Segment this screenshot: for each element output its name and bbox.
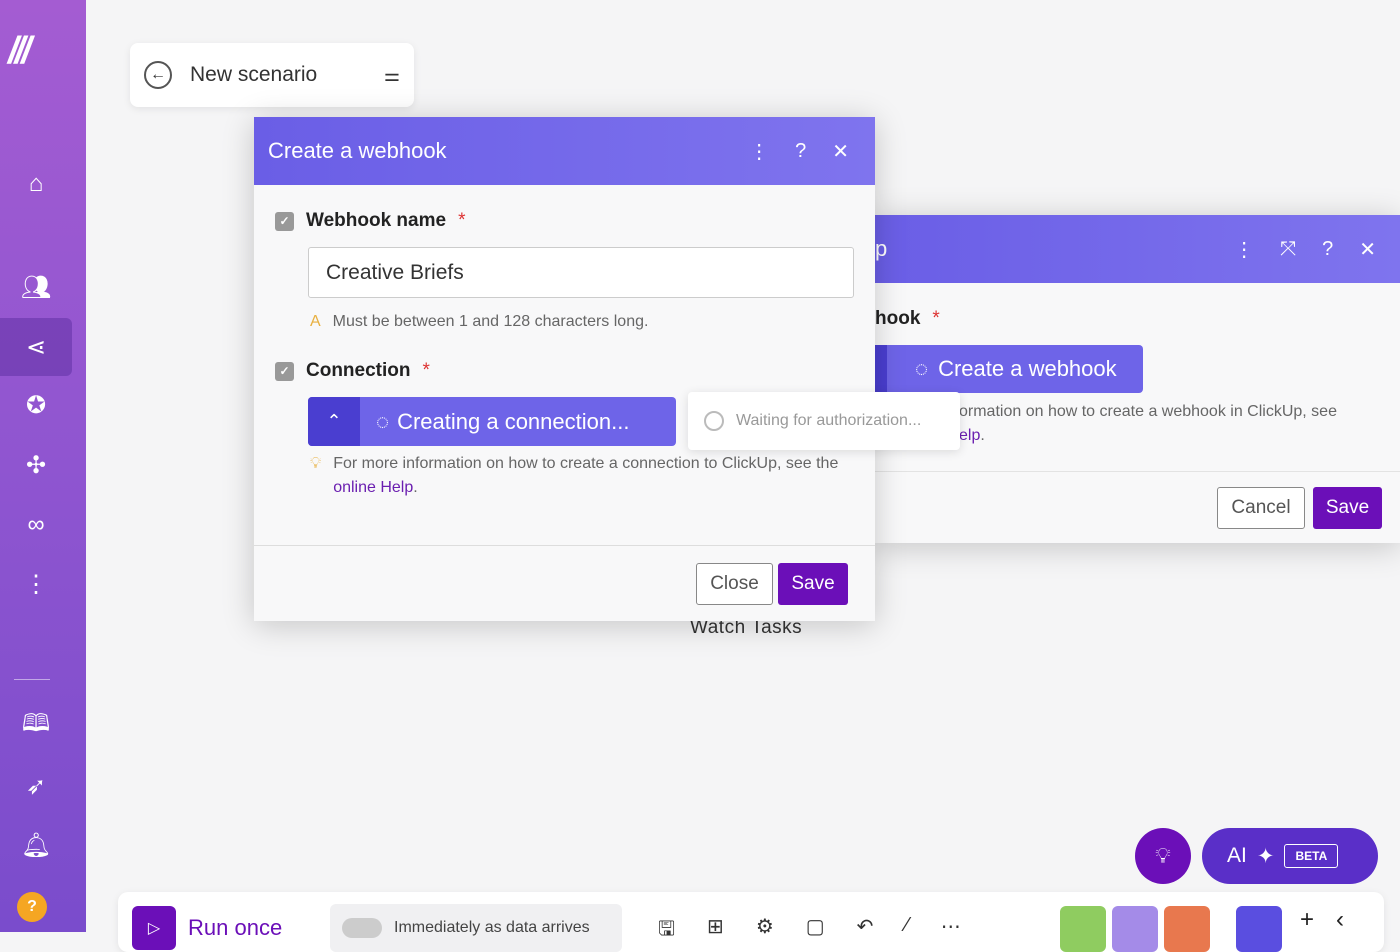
close-icon[interactable]: ✕ (832, 139, 849, 164)
undo-icon[interactable]: ↶ (857, 914, 874, 948)
spinner-icon: ◌ (915, 356, 929, 381)
sidebar-divider (14, 679, 50, 680)
tools-module-icon[interactable] (1060, 906, 1106, 952)
help-link[interactable]: elp (959, 427, 980, 444)
required-mark: * (932, 308, 940, 329)
settings-icon[interactable]: ⚙ (756, 914, 774, 948)
ai-agents-icon[interactable]: ✪ (0, 376, 72, 434)
button-label: Create a webhook (938, 356, 1117, 381)
schedule-label: Immediately as data arrives (394, 919, 590, 936)
cancel-button[interactable]: Cancel (1217, 487, 1305, 529)
waiting-text: Waiting for authorization... (736, 412, 922, 429)
flow-icon[interactable]: ⊞ (707, 914, 724, 948)
collapse-chevron-icon[interactable]: ‹ (1336, 906, 1344, 952)
magic-wand-icon[interactable]: ⁄ (905, 914, 908, 948)
json-module-icon[interactable] (1164, 906, 1210, 952)
help-icon[interactable]: ? (17, 892, 47, 922)
loading-circle-icon (704, 411, 724, 431)
help-icon[interactable]: ? (1322, 238, 1333, 261)
more-icon[interactable]: ⋮ (749, 139, 769, 164)
webhook-hint: Must be between 1 and 128 characters lon… (332, 313, 649, 330)
clickup-module-icon[interactable] (1236, 906, 1282, 952)
run-once-label: Run once (188, 915, 283, 940)
webhook-name-label: Webhook name (306, 210, 447, 231)
more-icon[interactable]: ⋮ (1234, 237, 1254, 262)
back-help-text: ormation on how to create a webhook in C… (959, 403, 1337, 444)
more-icon[interactable]: ⋮ (0, 555, 72, 613)
required-mark: * (422, 360, 430, 381)
add-icon[interactable]: + (1300, 906, 1314, 952)
flow-control-icon[interactable] (1112, 906, 1158, 952)
back-webhook-label: hook (875, 308, 921, 329)
collapse-checkbox[interactable]: ✓ (275, 211, 294, 231)
spinner-icon: ◌ (376, 408, 390, 434)
scenario-header: ← New scenario ⚌ (130, 43, 414, 107)
online-help-link[interactable]: online Help (333, 479, 413, 496)
back-arrow-icon[interactable]: ← (144, 61, 172, 89)
more-icon[interactable]: ⋯ (941, 914, 961, 948)
apps-puzzle-icon[interactable]: ✣ (0, 436, 72, 494)
create-webhook-dialog: Create a webhook ⋮ ? ✕ ✓ Webhook name * AM… (254, 117, 960, 621)
close-button[interactable]: Close (696, 563, 773, 605)
sidebar: /// ⌂ 👥︎ ⋖ ✪ ✣ ∞ ⋮ 🕮︎ ➶ 🔔︎ ? (0, 0, 86, 932)
schedule-toggle[interactable]: Immediately as data arrives (330, 904, 622, 952)
back-create-webhook-button[interactable]: ◌ Create a webhook (875, 345, 1143, 393)
close-icon[interactable]: ✕ (1359, 237, 1376, 262)
hint-lightbulb-button[interactable]: 💡︎ (1135, 828, 1191, 884)
bottom-toolbar: ▷ Run once Immediately as data arrives 🖫︎… (118, 892, 1384, 952)
collapse-checkbox[interactable]: ✓ (275, 361, 294, 381)
connection-help-text: For more information on how to create a … (333, 455, 839, 496)
connections-link-icon[interactable]: ∞ (0, 496, 72, 554)
creating-connection-button[interactable]: ⌃ ◌ Creating a connection... (308, 397, 676, 446)
webhook-name-input[interactable] (308, 247, 854, 298)
help-icon[interactable]: ? (795, 140, 806, 163)
scenarios-icon[interactable]: ⋖ (0, 318, 72, 376)
save-icon[interactable]: 🖫︎ (658, 914, 675, 948)
scenario-title[interactable]: New scenario (190, 63, 317, 87)
save-button[interactable]: Save (1313, 487, 1382, 529)
ai-label: AI (1227, 844, 1247, 867)
warning-icon: A (310, 313, 321, 330)
settings-sliders-icon[interactable]: ⚌ (384, 65, 400, 86)
notes-icon[interactable]: ▢ (806, 914, 825, 948)
ai-button[interactable]: AI ✦ BETA (1202, 828, 1378, 884)
bell-icon[interactable]: 🔔︎ (0, 816, 72, 874)
waiting-tooltip: Waiting for authorization... (688, 392, 960, 450)
make-logo[interactable]: /// (8, 30, 32, 73)
expand-icon[interactable]: ⤧ (1280, 238, 1296, 261)
dialog-title: Create a webhook (268, 138, 447, 163)
back-dialog: p ⋮ ⤧ ? ✕ hook * ◌ Create a webhook ormati… (875, 215, 1400, 543)
clickup-icon: ⌃ (308, 397, 360, 446)
docs-book-icon[interactable]: 🕮︎ (0, 697, 72, 755)
required-mark: * (458, 210, 466, 231)
run-once-button[interactable]: ▷ Run once (132, 906, 282, 950)
team-icon[interactable]: 👥︎ (0, 258, 72, 316)
rocket-icon[interactable]: ➶ (0, 757, 72, 815)
toggle-switch[interactable] (342, 918, 382, 938)
play-icon: ▷ (132, 906, 176, 950)
back-dialog-title: p (875, 236, 888, 261)
beta-badge: BETA (1284, 844, 1339, 868)
save-button[interactable]: Save (778, 563, 848, 605)
home-icon[interactable]: ⌂ (0, 155, 72, 213)
connection-label: Connection (306, 360, 411, 381)
lightbulb-icon: 💡︎ (310, 455, 322, 472)
button-label: Creating a connection... (397, 408, 630, 434)
sparkle-icon: ✦ (1256, 844, 1275, 868)
